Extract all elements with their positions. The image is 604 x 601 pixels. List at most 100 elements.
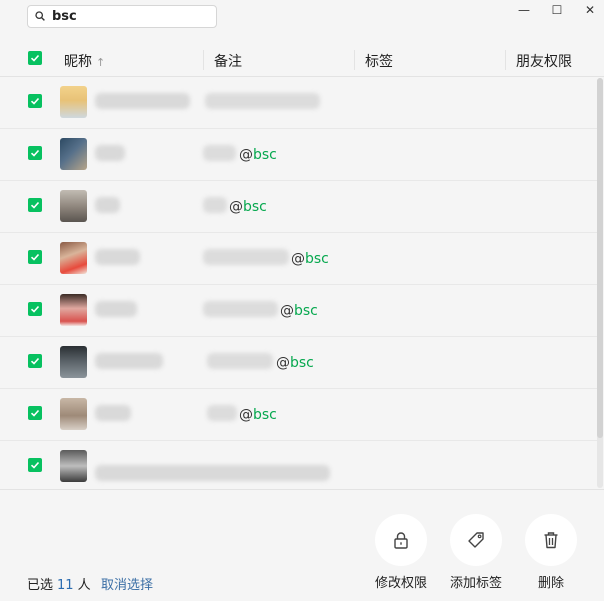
scrollbar[interactable]: [597, 78, 603, 488]
avatar: [60, 294, 87, 326]
row-checkbox[interactable]: [28, 302, 42, 316]
column-remark[interactable]: 备注: [214, 51, 242, 71]
nickname-redacted: [95, 353, 163, 369]
row-checkbox[interactable]: [28, 146, 42, 160]
modify-permission-label: 修改权限: [374, 576, 427, 591]
selected-count-text: 已选 11 人: [27, 574, 91, 593]
table-row[interactable]: @bsc: [0, 233, 604, 285]
scrollbar-thumb[interactable]: [597, 78, 603, 438]
avatar: [60, 190, 87, 222]
tag-icon: [468, 532, 484, 548]
table-header: 昵称 ↑ 备注 标签 朋友权限: [0, 44, 604, 77]
add-tag-circle[interactable]: [450, 514, 502, 566]
remark-redacted: [205, 93, 320, 109]
remark-suffix: @bsc: [239, 147, 277, 163]
nickname-redacted: [95, 145, 125, 161]
trash-icon: [544, 532, 558, 549]
row-checkbox[interactable]: [28, 250, 42, 264]
remark-redacted: [203, 301, 278, 317]
table-row[interactable]: [0, 441, 604, 489]
check-icon: [30, 54, 40, 62]
check-icon: [30, 201, 40, 209]
check-icon: [30, 97, 40, 105]
table-row[interactable]: @bsc: [0, 181, 604, 233]
row-checkbox[interactable]: [28, 198, 42, 212]
title-bar: bsc — ☐ ✕: [0, 0, 604, 38]
check-icon: [30, 149, 40, 157]
close-button[interactable]: ✕: [580, 0, 600, 20]
delete-circle[interactable]: [525, 514, 577, 566]
delete-label: 删除: [537, 576, 564, 591]
column-permission[interactable]: 朋友权限: [516, 51, 572, 71]
remark-suffix: @bsc: [229, 199, 267, 215]
modify-permission-button[interactable]: 修改权限: [371, 514, 431, 591]
table-row[interactable]: @bsc: [0, 389, 604, 441]
check-icon: [30, 253, 40, 261]
remark-tag: bsc: [243, 199, 267, 215]
selected-unit: 人: [77, 578, 91, 593]
remark-at: @: [280, 303, 294, 319]
column-divider[interactable]: [203, 50, 204, 70]
remark-suffix: @bsc: [291, 251, 329, 267]
sort-ascending-icon: ↑: [96, 56, 106, 69]
check-icon: [30, 409, 40, 417]
column-tags[interactable]: 标签: [365, 51, 393, 71]
add-tag-label: 添加标签: [449, 576, 502, 591]
nickname-redacted: [95, 249, 140, 265]
remark-at: @: [276, 355, 290, 371]
remark-tag: bsc: [290, 355, 314, 371]
check-icon: [30, 461, 40, 469]
nickname-redacted: [95, 465, 330, 481]
row-checkbox[interactable]: [28, 94, 42, 108]
selected-prefix: 已选: [27, 578, 54, 593]
nickname-redacted: [95, 197, 120, 213]
contact-list: @bsc @bsc @bsc @bsc @bsc @bsc: [0, 77, 604, 489]
row-checkbox[interactable]: [28, 406, 42, 420]
delete-button[interactable]: 删除: [521, 514, 581, 591]
remark-at: @: [291, 251, 305, 267]
column-nickname-label: 昵称: [64, 54, 92, 70]
table-row[interactable]: @bsc: [0, 337, 604, 389]
remark-redacted: [207, 405, 237, 421]
remark-suffix: @bsc: [280, 303, 318, 319]
row-checkbox[interactable]: [28, 458, 42, 472]
table-row[interactable]: @bsc: [0, 129, 604, 181]
action-footer: 修改权限 添加标签 删除 已选 11 人 取消选择: [0, 489, 604, 601]
select-all-checkbox[interactable]: [28, 51, 42, 65]
remark-redacted: [207, 353, 273, 369]
add-tag-button[interactable]: 添加标签: [446, 514, 506, 591]
remark-redacted: [203, 197, 227, 213]
column-nickname[interactable]: 昵称 ↑: [64, 51, 105, 71]
remark-redacted: [203, 249, 289, 265]
selected-count: 11: [57, 578, 74, 593]
remark-redacted: [203, 145, 236, 161]
remark-suffix: @bsc: [239, 407, 277, 423]
table-row[interactable]: @bsc: [0, 285, 604, 337]
avatar: [60, 450, 87, 482]
row-checkbox[interactable]: [28, 354, 42, 368]
deselect-link[interactable]: 取消选择: [101, 574, 153, 593]
lock-icon: [394, 532, 408, 549]
search-input[interactable]: bsc: [52, 9, 77, 24]
avatar: [60, 138, 87, 170]
modify-permission-circle[interactable]: [375, 514, 427, 566]
column-divider[interactable]: [505, 50, 506, 70]
remark-at: @: [239, 147, 253, 163]
column-divider[interactable]: [354, 50, 355, 70]
minimize-button[interactable]: —: [514, 0, 534, 20]
nickname-redacted: [95, 301, 137, 317]
remark-tag: bsc: [253, 407, 277, 423]
table-row[interactable]: [0, 77, 604, 129]
remark-tag: bsc: [305, 251, 329, 267]
remark-at: @: [239, 407, 253, 423]
maximize-button[interactable]: ☐: [547, 0, 567, 20]
avatar: [60, 398, 87, 430]
avatar: [60, 346, 87, 378]
search-icon: [35, 11, 45, 21]
remark-tag: bsc: [253, 147, 277, 163]
check-icon: [30, 357, 40, 365]
nickname-redacted: [95, 405, 131, 421]
search-box[interactable]: bsc: [27, 5, 217, 28]
remark-tag: bsc: [294, 303, 318, 319]
remark-suffix: @bsc: [276, 355, 314, 371]
